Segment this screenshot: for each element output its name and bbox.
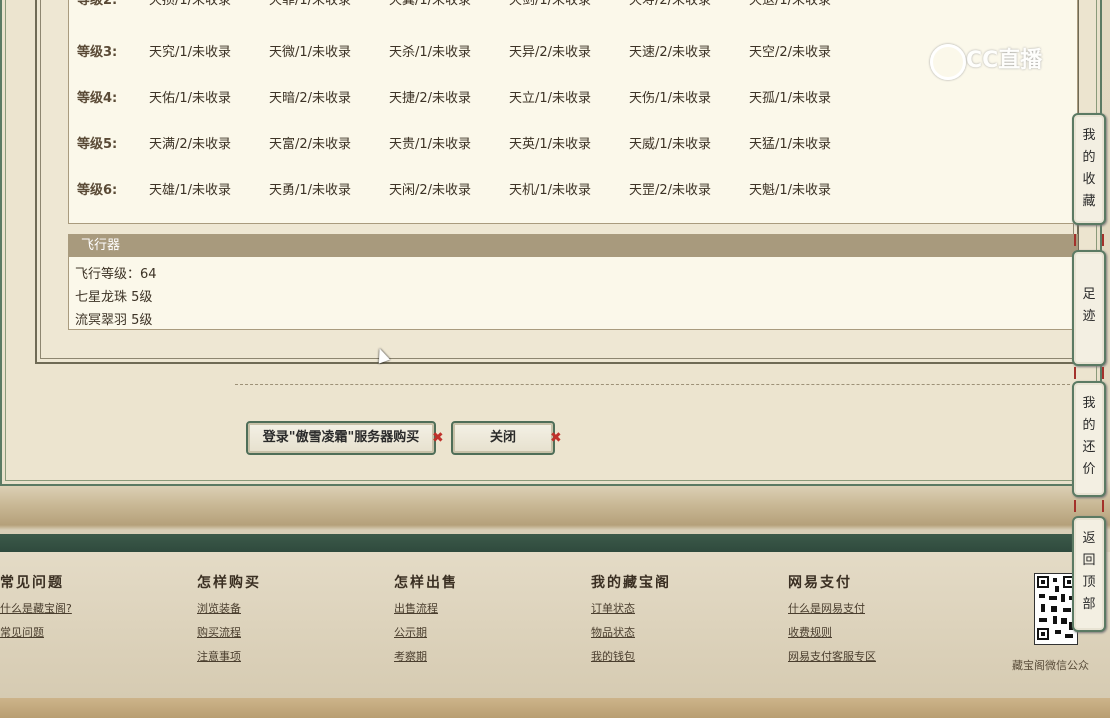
footer-column-how-to-buy: 怎样购买 浏览装备 购买流程 注意事项: [197, 572, 261, 672]
footer-link[interactable]: 购买流程: [197, 624, 261, 640]
close-x-icon: ✖: [432, 430, 444, 446]
footer-column-faq: 常见问题 什么是藏宝阁? 常见问题: [0, 572, 72, 648]
footer-column-title: 怎样出售: [394, 575, 458, 591]
footer-column-how-to-sell: 怎样出售 出售流程 公示期 考察期: [394, 572, 458, 672]
side-tab-char: 的: [1082, 150, 1096, 165]
star-item: 天英/1/未收录: [509, 137, 592, 152]
star-item: 天满/2/未收录: [149, 137, 232, 152]
side-tab-char: 藏: [1082, 194, 1096, 209]
side-tab-char: 返: [1082, 531, 1096, 546]
star-item: 天寿/2/未收录: [629, 0, 712, 8]
side-tab-history[interactable]: 足 迹: [1072, 250, 1106, 366]
star-item: 天空/2/未收录: [749, 45, 832, 60]
footer-column-payment: 网易支付 什么是网易支付 收费规则 网易支付客服专区: [788, 572, 876, 672]
footer-link[interactable]: 出售流程: [394, 600, 458, 616]
level-label: 等级6:: [77, 183, 118, 198]
side-tab-connector: [1074, 367, 1104, 379]
qr-caption: 藏宝阁微信公众: [1012, 659, 1089, 672]
side-tab-char: 回: [1082, 553, 1096, 568]
side-tab-char: 迹: [1082, 309, 1096, 324]
buy-button[interactable]: 登录"傲雪凌霜"服务器购买: [246, 421, 436, 455]
footer-link[interactable]: 考察期: [394, 648, 458, 664]
watermark-logo-icon: [930, 44, 966, 80]
flying-device-box: 飞行器 飞行等级：64 七星龙珠 5级 流冥翠羽 5级: [68, 234, 1078, 330]
star-item: 天究/1/未收录: [149, 45, 232, 60]
side-tab-char: 价: [1082, 462, 1096, 477]
star-item: 天异/2/未收录: [509, 45, 592, 60]
level-label: 等级4:: [77, 91, 118, 106]
level-label: 等级2:: [77, 0, 118, 8]
star-item: 天孤/1/未收录: [749, 91, 832, 106]
star-item: 天魁/1/未收录: [749, 183, 832, 198]
side-tab-char: 足: [1082, 287, 1096, 302]
footer-link[interactable]: 什么是网易支付: [788, 600, 876, 616]
footer-band: [0, 534, 1080, 552]
side-tab-char: 我: [1082, 396, 1096, 411]
side-tab-char: 的: [1082, 418, 1096, 433]
star-item: 天雄/1/未收录: [149, 183, 232, 198]
star-item: 天伤/1/未收录: [629, 91, 712, 106]
footer-column-title: 怎样购买: [197, 575, 261, 591]
flying-device-header: 飞行器: [69, 235, 1077, 257]
star-item: 天贵/1/未收录: [389, 137, 472, 152]
star-item: 天暗/2/未收录: [269, 91, 352, 106]
star-item: 天翼/1/未收录: [389, 0, 472, 8]
close-button[interactable]: 关闭: [451, 421, 555, 455]
side-tab-back-to-top[interactable]: 返 回 顶 部: [1072, 516, 1106, 632]
footer-link[interactable]: 网易支付客服专区: [788, 648, 876, 664]
star-item: 天佑/1/未收录: [149, 91, 232, 106]
footer-link[interactable]: 我的钱包: [591, 648, 671, 664]
star-item: 天富/2/未收录: [269, 137, 352, 152]
footer-link[interactable]: 订单状态: [591, 600, 671, 616]
side-tab-char: 收: [1082, 172, 1096, 187]
level-label: 等级3:: [77, 45, 118, 60]
side-tab-favorites[interactable]: 我 的 收 藏: [1072, 113, 1106, 225]
star-item: 天猛/1/未收录: [749, 137, 832, 152]
close-x-icon: ✖: [550, 430, 562, 446]
flying-item: 流冥翠羽 5级: [75, 313, 153, 328]
star-item: 天杀/1/未收录: [389, 45, 472, 60]
star-item: 天微/1/未收录: [269, 45, 352, 60]
star-item: 天勇/1/未收录: [269, 183, 352, 198]
star-item: 天罡/2/未收录: [629, 183, 712, 198]
footer-bottom-strip: [0, 698, 1110, 718]
footer-column-title: 常见问题: [0, 575, 64, 591]
footer-link[interactable]: 注意事项: [197, 648, 261, 664]
side-tab-char: 我: [1082, 128, 1096, 143]
watermark-text: CC直播: [966, 48, 1043, 73]
footer: [0, 552, 1110, 698]
star-levels-box: 等级2: 天损/1/未收录 天罪/1/未收录 天翼/1/未收录 天剑/1/未收录…: [68, 0, 1078, 224]
level-label: 等级5:: [77, 137, 118, 152]
star-item: 天机/1/未收录: [509, 183, 592, 198]
footer-column-my-account: 我的藏宝阁 订单状态 物品状态 我的钱包: [591, 572, 671, 672]
star-item: 天损/1/未收录: [149, 0, 232, 8]
star-item: 天威/1/未收录: [629, 137, 712, 152]
footer-link[interactable]: 收费规则: [788, 624, 876, 640]
footer-link[interactable]: 什么是藏宝阁?: [0, 600, 72, 616]
footer-link[interactable]: 常见问题: [0, 624, 72, 640]
side-tab-my-offers[interactable]: 我 的 还 价: [1072, 381, 1106, 497]
side-tab-connector: [1074, 500, 1104, 512]
footer-link[interactable]: 公示期: [394, 624, 458, 640]
footer-link[interactable]: 浏览装备: [197, 600, 261, 616]
footer-column-title: 网易支付: [788, 575, 852, 591]
side-tab-connector: [1074, 234, 1104, 246]
footer-link[interactable]: 物品状态: [591, 624, 671, 640]
flying-item: 七星龙珠 5级: [75, 290, 153, 305]
side-tab-char: 顶: [1082, 575, 1096, 590]
side-tab-char: 还: [1082, 440, 1096, 455]
side-tab-char: 部: [1082, 597, 1096, 612]
star-item: 天剑/1/未收录: [509, 0, 592, 8]
star-item: 天速/2/未收录: [629, 45, 712, 60]
star-item: 天捷/2/未收录: [389, 91, 472, 106]
star-item: 天退/1/未收录: [749, 0, 832, 8]
flying-level: 飞行等级：64: [75, 267, 157, 282]
divider: [235, 384, 1070, 385]
star-item: 天闲/2/未收录: [389, 183, 472, 198]
footer-column-title: 我的藏宝阁: [591, 575, 671, 591]
star-item: 天罪/1/未收录: [269, 0, 352, 8]
star-item: 天立/1/未收录: [509, 91, 592, 106]
